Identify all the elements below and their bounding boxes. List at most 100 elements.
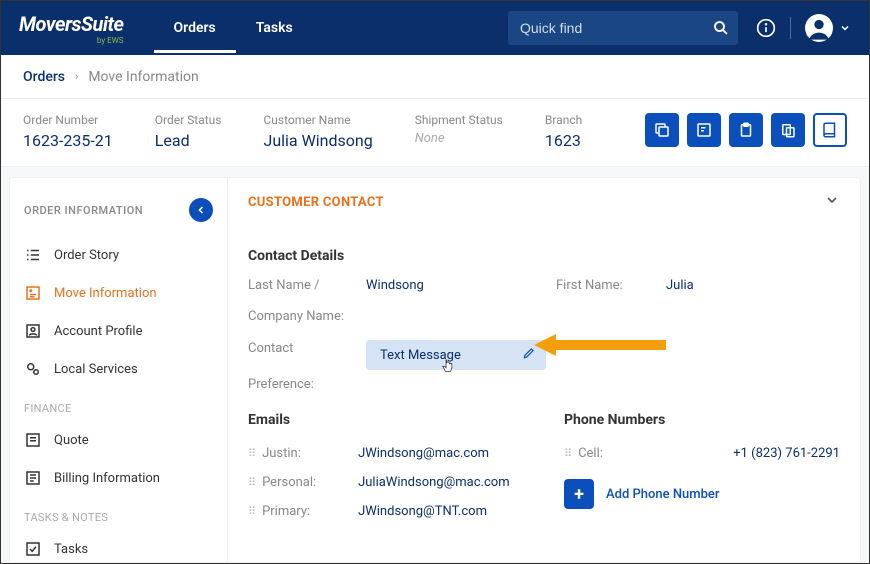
sidebar-label: Local Services — [54, 362, 138, 377]
sidebar: ORDER INFORMATION Order Story Move Infor… — [9, 177, 227, 563]
order-status-label: Order Status — [155, 113, 222, 127]
quote-icon — [24, 431, 42, 449]
breadcrumb-current: Move Information — [88, 69, 198, 85]
gear-icon — [24, 360, 42, 378]
sidebar-group-tasks: TASKS & NOTES — [10, 497, 227, 530]
drag-handle-icon[interactable]: ⠿ — [564, 447, 570, 460]
user-menu[interactable] — [805, 14, 851, 42]
sidebar-item-order-story[interactable]: Order Story — [10, 236, 227, 274]
sidebar-item-tasks[interactable]: Tasks — [10, 530, 227, 563]
summary-branch: Branch 1623 — [545, 113, 582, 150]
breadcrumb: Orders › Move Information — [1, 55, 869, 99]
sidebar-label: Move Information — [54, 286, 157, 301]
logo-text: MoversSuite — [19, 12, 124, 36]
sidebar-item-quote[interactable]: Quote — [10, 421, 227, 459]
phone-row: ⠿ Cell: +1 (823) 761-2291 — [564, 446, 840, 461]
logo-subtext: by EWS — [19, 36, 124, 45]
edit-icon — [522, 346, 536, 364]
phones-column: Phone Numbers ⠿ Cell: +1 (823) 761-2291 … — [564, 412, 840, 533]
chevron-down-icon — [839, 22, 851, 34]
logo: MoversSuite by EWS — [19, 12, 124, 45]
sidebar-label: Quote — [54, 433, 89, 448]
summary-shipment-status: Shipment Status None — [415, 113, 503, 146]
contact-preference-label: Contact — [248, 340, 366, 358]
avatar-icon — [805, 14, 833, 42]
first-name-label: First Name: — [556, 278, 666, 293]
clipboard-button[interactable] — [729, 113, 763, 147]
main-panel: CUSTOMER CONTACT Contact Details Last Na… — [227, 177, 861, 563]
company-label: Company Name: — [248, 309, 366, 324]
info-icon[interactable] — [756, 18, 776, 38]
order-summary: Order Number 1623-235-21 Order Status Le… — [1, 99, 869, 167]
nav-tab-tasks[interactable]: Tasks — [236, 3, 313, 53]
email-label: Justin: — [262, 446, 358, 461]
order-status-value: Lead — [155, 131, 222, 150]
form-icon — [24, 284, 42, 302]
section-collapse[interactable] — [824, 192, 840, 212]
email-value: JuliaWindsong@mac.com — [358, 475, 510, 490]
breadcrumb-root[interactable]: Orders — [23, 69, 65, 85]
summary-order-status: Order Status Lead — [155, 113, 222, 150]
tasks-icon — [24, 540, 42, 558]
order-number-value: 1623-235-21 — [23, 131, 113, 150]
first-name-value: Julia — [666, 278, 840, 293]
chevron-left-icon — [195, 204, 207, 216]
shipment-status-label: Shipment Status — [415, 113, 503, 127]
phones-heading: Phone Numbers — [564, 412, 840, 428]
search-box[interactable] — [508, 11, 738, 45]
nav-tabs: Orders Tasks — [154, 3, 313, 53]
search-input[interactable] — [520, 20, 712, 36]
plus-icon: + — [564, 479, 594, 509]
sidebar-item-move-information[interactable]: Move Information — [10, 274, 227, 312]
email-value: JWindsong@TNT.com — [358, 504, 487, 519]
emails-heading: Emails — [248, 412, 524, 428]
divider — [790, 17, 791, 39]
note-button[interactable] — [687, 113, 721, 147]
book-button[interactable] — [813, 113, 847, 147]
copy-button[interactable] — [645, 113, 679, 147]
sidebar-item-account-profile[interactable]: Account Profile — [10, 312, 227, 350]
paste-button[interactable] — [771, 113, 805, 147]
shipment-status-value: None — [415, 131, 503, 146]
contact-preference-label-2: Preference: — [248, 376, 840, 394]
billing-icon — [24, 469, 42, 487]
contact-preference-select[interactable]: Text Message — [366, 340, 546, 370]
customer-name-value: Julia Windsong — [263, 131, 372, 150]
phone-label: Cell: — [578, 446, 638, 461]
contact-preference-row: Contact Text Message — [248, 340, 840, 370]
sidebar-label: Order Story — [54, 248, 119, 263]
drag-handle-icon[interactable]: ⠿ — [248, 476, 254, 489]
list-icon — [24, 246, 42, 264]
name-row: Last Name / Windsong First Name: Julia — [248, 278, 840, 293]
sidebar-heading: ORDER INFORMATION — [24, 204, 143, 217]
sidebar-label: Billing Information — [54, 471, 160, 486]
branch-value: 1623 — [545, 131, 582, 150]
phone-value: +1 (823) 761-2291 — [733, 446, 840, 461]
breadcrumb-separator: › — [75, 70, 78, 83]
sidebar-label: Account Profile — [54, 324, 142, 339]
search-icon — [712, 19, 730, 37]
order-number-label: Order Number — [23, 113, 113, 127]
chevron-down-icon — [824, 192, 840, 208]
account-icon — [24, 322, 42, 340]
add-phone-label: Add Phone Number — [606, 487, 719, 502]
nav-tab-orders[interactable]: Orders — [154, 3, 236, 53]
sidebar-label: Tasks — [54, 542, 88, 557]
branch-label: Branch — [545, 113, 582, 127]
add-phone-button[interactable]: + Add Phone Number — [564, 479, 840, 509]
customer-name-label: Customer Name — [263, 113, 372, 127]
section-title: CUSTOMER CONTACT — [248, 195, 384, 210]
last-name-value: Windsong — [366, 278, 556, 293]
sidebar-header: ORDER INFORMATION — [10, 188, 227, 236]
contact-details-heading: Contact Details — [248, 248, 840, 264]
summary-customer-name: Customer Name Julia Windsong — [263, 113, 372, 150]
email-label: Personal: — [262, 475, 358, 490]
drag-handle-icon[interactable]: ⠿ — [248, 505, 254, 518]
contact-preference-value: Text Message — [380, 348, 461, 363]
email-row: ⠿ Justin: JWindsong@mac.com — [248, 446, 524, 461]
drag-handle-icon[interactable]: ⠿ — [248, 447, 254, 460]
sidebar-item-billing[interactable]: Billing Information — [10, 459, 227, 497]
sidebar-collapse-button[interactable] — [189, 198, 213, 222]
sidebar-group-finance: FINANCE — [10, 388, 227, 421]
sidebar-item-local-services[interactable]: Local Services — [10, 350, 227, 388]
